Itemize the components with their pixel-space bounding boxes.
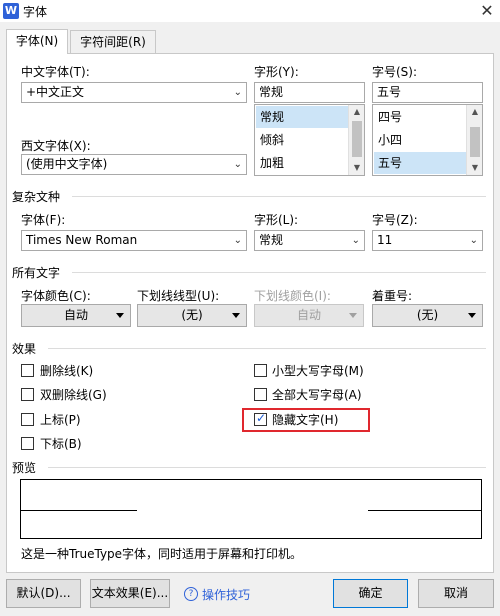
style-label: 字形(Y):: [254, 65, 299, 79]
tips-link[interactable]: 操作技巧: [202, 586, 250, 603]
dropdown-arrow-icon: [468, 313, 476, 318]
underline-type-value: (无): [181, 308, 203, 322]
text-effects-button[interactable]: 文本效果(E)...: [90, 579, 170, 608]
preview-note: 这是一种TrueType字体，同时适用于屏幕和打印机。: [21, 547, 303, 561]
underline-type-label: 下划线线型(U):: [137, 289, 220, 303]
ok-button[interactable]: 确定: [333, 579, 408, 608]
scroll-up-icon[interactable]: ▲: [467, 105, 483, 119]
style-listbox[interactable]: 常规 倾斜 加粗 ▲ ▼: [254, 104, 365, 176]
western-font-combo[interactable]: (使用中文字体) ⌄: [21, 154, 247, 175]
scroll-thumb[interactable]: [470, 127, 480, 157]
tab-character-spacing[interactable]: 字符间距(R): [70, 30, 156, 54]
list-item[interactable]: 四号: [374, 106, 466, 128]
font-color-dropdown[interactable]: 自动: [21, 304, 131, 327]
complex-font-label: 字体(F):: [21, 213, 66, 227]
superscript-checkbox[interactable]: [21, 413, 34, 426]
divider: [48, 467, 486, 468]
divider: [72, 196, 486, 197]
complex-font-value: Times New Roman: [26, 233, 138, 247]
list-item[interactable]: 常规: [256, 106, 348, 128]
chevron-down-icon: ⌄: [233, 87, 242, 98]
scroll-thumb[interactable]: [352, 121, 362, 157]
style-input[interactable]: 常规: [254, 82, 365, 103]
size-label: 字号(S):: [372, 65, 418, 79]
small-caps-label: 小型大写字母(M): [272, 364, 364, 378]
emphasis-label: 着重号:: [372, 289, 413, 303]
western-font-value: (使用中文字体): [26, 157, 108, 171]
all-caps-checkbox[interactable]: [254, 388, 267, 401]
small-caps-checkbox[interactable]: [254, 364, 267, 377]
complex-style-label: 字形(L):: [254, 213, 299, 227]
chevron-down-icon: ⌄: [351, 235, 360, 246]
underline-color-value: 自动: [296, 308, 321, 322]
superscript-label: 上标(P): [40, 413, 81, 427]
underline-color-label: 下划线颜色(I):: [254, 289, 331, 303]
cjk-font-combo[interactable]: +中文正文 ⌄: [21, 82, 247, 103]
strikethrough-checkbox[interactable]: [21, 364, 34, 377]
double-strikethrough-checkbox[interactable]: [21, 388, 34, 401]
size-scrollbar[interactable]: ▲ ▼: [466, 105, 482, 175]
complex-size-value: 11: [377, 233, 393, 247]
help-circle-icon[interactable]: ?: [184, 587, 198, 601]
western-font-label: 西文字体(X):: [21, 139, 91, 153]
font-color-value: 自动: [63, 308, 88, 322]
preview-baseline: [21, 510, 137, 511]
close-button[interactable]: ✕: [476, 1, 498, 21]
cjk-font-value: +中文正文: [26, 85, 85, 99]
style-scrollbar[interactable]: ▲ ▼: [348, 105, 364, 175]
dropdown-arrow-icon: [116, 313, 124, 318]
divider: [48, 348, 486, 349]
complex-style-combo[interactable]: 常规 ⌄: [254, 230, 365, 251]
complex-font-combo[interactable]: Times New Roman ⌄: [21, 230, 247, 251]
dropdown-arrow-icon: [232, 313, 240, 318]
preview-section-title: 预览: [12, 461, 37, 475]
tab-font[interactable]: 字体(N): [6, 29, 68, 54]
chevron-down-icon: ⌄: [233, 159, 242, 170]
cjk-font-label: 中文字体(T):: [21, 65, 90, 79]
emphasis-dropdown[interactable]: (无): [372, 304, 483, 327]
double-strikethrough-label: 双删除线(G): [40, 388, 107, 402]
highlight-box: [242, 408, 370, 432]
scroll-down-icon[interactable]: ▼: [467, 161, 483, 175]
effects-section-title: 效果: [12, 342, 37, 356]
size-input[interactable]: 五号: [372, 82, 483, 103]
list-item[interactable]: 五号: [374, 152, 466, 174]
title-bar: W 字体 ✕: [0, 0, 500, 22]
all-text-section-title: 所有文字: [12, 266, 61, 280]
subscript-label: 下标(B): [40, 437, 82, 451]
preview-baseline: [368, 510, 482, 511]
underline-color-dropdown: 自动: [254, 304, 364, 327]
size-listbox[interactable]: 四号 小四 五号 ▲ ▼: [372, 104, 483, 176]
window-title: 字体: [23, 5, 48, 19]
complex-style-value: 常规: [259, 233, 284, 247]
subscript-checkbox[interactable]: [21, 437, 34, 450]
list-item[interactable]: 倾斜: [256, 129, 348, 151]
underline-type-dropdown[interactable]: (无): [137, 304, 247, 327]
divider: [72, 272, 486, 273]
strikethrough-label: 删除线(K): [40, 364, 94, 378]
chevron-down-icon: ⌄: [233, 235, 242, 246]
emphasis-value: (无): [416, 308, 439, 322]
cancel-button[interactable]: 取消: [418, 579, 494, 608]
font-color-label: 字体颜色(C):: [21, 289, 91, 303]
dropdown-arrow-icon: [349, 313, 357, 318]
wps-app-icon: W: [3, 3, 19, 19]
complex-size-label: 字号(Z):: [372, 213, 418, 227]
preview-area: [20, 479, 482, 539]
complex-size-combo[interactable]: 11 ⌄: [372, 230, 483, 251]
default-button[interactable]: 默认(D)...: [6, 579, 81, 608]
list-item[interactable]: 加粗: [256, 152, 348, 174]
scroll-down-icon[interactable]: ▼: [349, 161, 365, 175]
scroll-up-icon[interactable]: ▲: [349, 105, 365, 119]
list-item[interactable]: 小四: [374, 129, 466, 151]
chevron-down-icon: ⌄: [469, 235, 478, 246]
all-caps-label: 全部大写字母(A): [272, 388, 362, 402]
complex-section-title: 复杂文种: [12, 190, 61, 204]
